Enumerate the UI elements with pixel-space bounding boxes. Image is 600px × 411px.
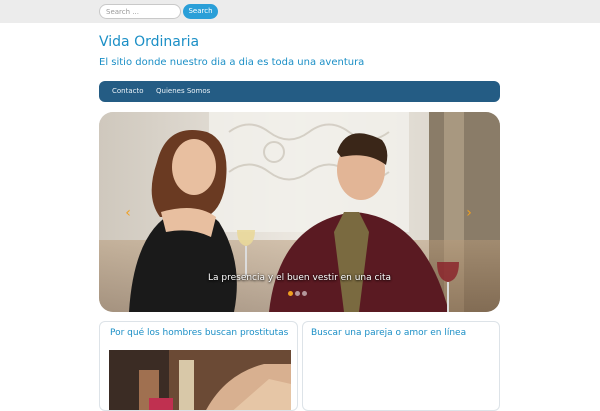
chevron-right-icon[interactable]: ›: [462, 204, 476, 222]
featured-slider[interactable]: ‹ › La presencia y el buen vestir en una…: [99, 112, 500, 312]
slider-dot[interactable]: [295, 291, 300, 296]
search-input[interactable]: [99, 4, 181, 19]
site-title[interactable]: Vida Ordinaria: [99, 34, 199, 50]
chevron-left-icon[interactable]: ‹: [121, 204, 135, 222]
slider-dot[interactable]: [302, 291, 307, 296]
post-thumbnail[interactable]: [109, 350, 291, 410]
post-title[interactable]: Buscar una pareja o amor en línea: [311, 328, 491, 339]
post-title[interactable]: Por qué los hombres buscan prostitutas: [110, 328, 289, 339]
main-nav: Contacto Quienes Somos: [99, 81, 500, 102]
slide-caption[interactable]: La presencia y el buen vestir en una cit…: [99, 273, 500, 283]
search-button[interactable]: Search: [183, 4, 218, 19]
slider-dot-active[interactable]: [288, 291, 293, 296]
top-bar: Search: [0, 0, 600, 23]
post-card: Por qué los hombres buscan prostitutas: [99, 321, 298, 411]
nav-item-contacto[interactable]: Contacto: [112, 81, 144, 102]
nav-item-quienes-somos[interactable]: Quienes Somos: [156, 81, 210, 102]
post-card: Buscar una pareja o amor en línea: [302, 321, 500, 411]
site-tagline: El sitio donde nuestro dia a dia es toda…: [99, 57, 365, 68]
